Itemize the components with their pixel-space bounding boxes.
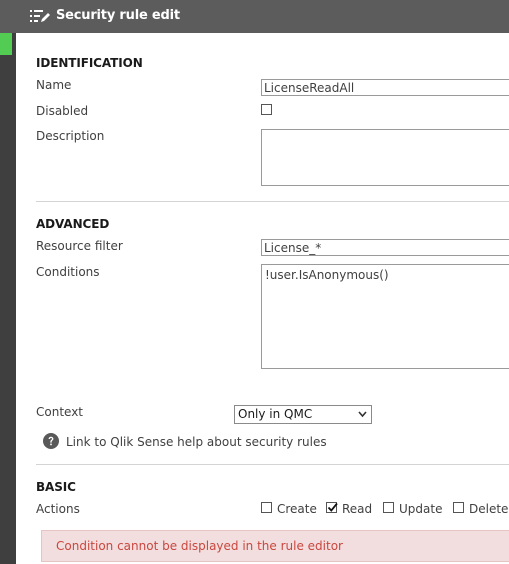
active-nav-indicator — [0, 33, 12, 55]
chevron-down-icon — [358, 411, 367, 418]
conditions-label: Conditions — [36, 265, 100, 279]
name-input[interactable]: LicenseReadAll — [261, 79, 509, 96]
actions-label: Actions — [36, 502, 80, 516]
identification-heading: IDENTIFICATION — [36, 56, 143, 70]
help-link[interactable]: Link to Qlik Sense help about security r… — [66, 435, 327, 449]
left-navigation-rail — [0, 33, 16, 564]
help-icon[interactable] — [43, 433, 59, 449]
description-label: Description — [36, 129, 105, 143]
disabled-checkbox[interactable] — [261, 104, 272, 115]
edit-list-icon — [30, 10, 50, 22]
basic-heading: BASIC — [36, 480, 76, 494]
error-banner: Condition cannot be displayed in the rul… — [41, 530, 509, 562]
name-label: Name — [36, 78, 72, 92]
read-checkbox[interactable] — [326, 502, 338, 513]
section-divider — [36, 201, 509, 202]
advanced-heading: ADVANCED — [36, 217, 110, 231]
resource-filter-label: Resource filter — [36, 239, 123, 253]
panel-header: Security rule edit — [0, 0, 509, 33]
section-divider — [36, 464, 509, 465]
context-label: Context — [36, 405, 84, 419]
error-message: Condition cannot be displayed in the rul… — [56, 539, 343, 553]
context-select-value: Only in QMC — [238, 407, 313, 421]
create-checkbox[interactable] — [261, 502, 272, 513]
read-label: Read — [342, 502, 373, 516]
disabled-label: Disabled — [36, 104, 89, 118]
conditions-textarea[interactable]: !user.IsAnonymous() — [261, 264, 509, 369]
resource-filter-input[interactable]: License_* — [261, 239, 509, 256]
delete-checkbox[interactable] — [453, 502, 464, 513]
context-select[interactable]: Only in QMC — [234, 405, 372, 424]
page-title: Security rule edit — [56, 8, 180, 23]
delete-label: Delete — [469, 502, 509, 516]
update-label: Update — [399, 502, 443, 516]
checkmark-icon — [327, 502, 338, 512]
create-label: Create — [277, 502, 317, 516]
update-checkbox[interactable] — [383, 502, 394, 513]
description-textarea[interactable] — [261, 129, 509, 186]
